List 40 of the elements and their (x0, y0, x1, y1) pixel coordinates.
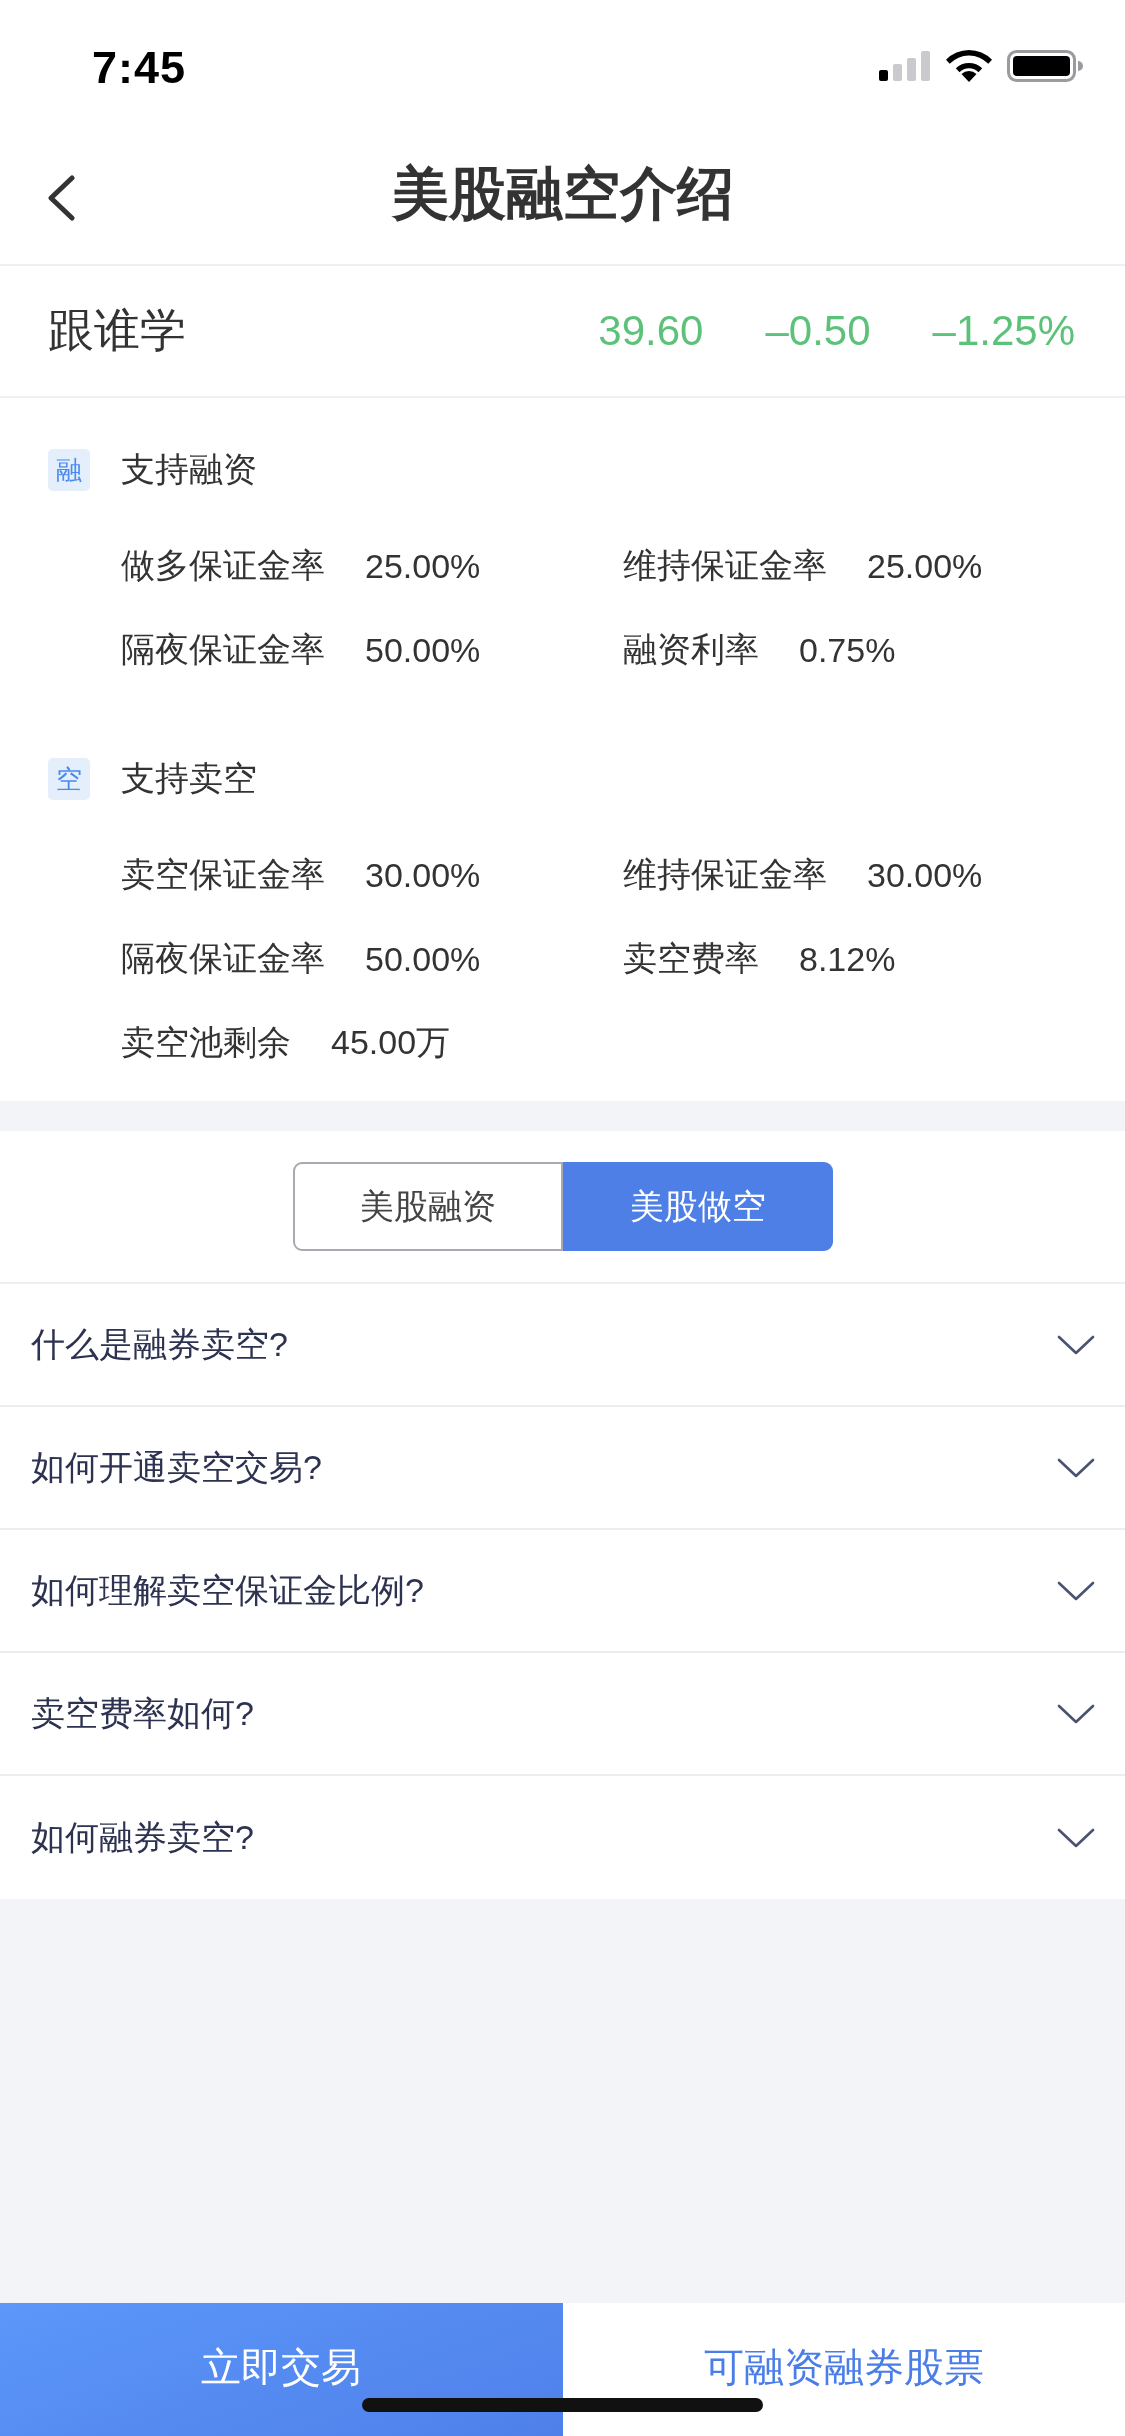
metric-value: 25.00% (365, 546, 481, 586)
page-title: 美股融空介绍 (391, 159, 734, 227)
metric-label: 隔夜保证金率 (121, 938, 325, 979)
metric-label: 卖空池剩余 (121, 1022, 291, 1063)
signal-icon (879, 51, 931, 81)
faq-item[interactable]: 如何开通卖空交易? (0, 1407, 1125, 1530)
metric-label: 隔夜保证金率 (121, 629, 325, 670)
metric-value: 8.12% (799, 939, 896, 979)
metric-value: 0.75% (799, 630, 896, 670)
metric-value: 45.00万 (331, 1022, 451, 1063)
metric-value: 50.00% (365, 630, 481, 670)
metric-label: 做多保证金率 (121, 545, 325, 586)
back-icon[interactable] (47, 175, 75, 221)
faq-item[interactable]: 如何理解卖空保证金比例? (0, 1530, 1125, 1653)
category-tag: 空 (48, 758, 90, 800)
status-time: 7:45 (92, 41, 187, 94)
faq-item[interactable]: 如何融券卖空? (0, 1776, 1125, 1899)
metric-label: 融资利率 (623, 629, 759, 670)
metric-value: 25.00% (867, 546, 983, 586)
section-title: 支持融资 (121, 449, 257, 490)
change-percent: –1.25% (932, 307, 1075, 355)
metric-value: 50.00% (365, 939, 481, 979)
tab[interactable]: 美股做空 (562, 1162, 833, 1251)
category-tag: 融 (48, 449, 90, 491)
metric-value: 30.00% (365, 855, 481, 895)
metric-value: 30.00% (867, 855, 983, 895)
faq-item[interactable]: 什么是融券卖空? (0, 1284, 1125, 1407)
metric-label: 维持保证金率 (623, 545, 827, 586)
battery-icon (1007, 50, 1083, 82)
action-button[interactable]: 可融资融券股票 (562, 2303, 1125, 2436)
stock-name: 跟谁学 (48, 303, 186, 358)
price-change: –0.50 (765, 307, 871, 355)
wifi-icon (946, 50, 992, 82)
tab[interactable]: 美股融资 (292, 1162, 563, 1251)
section-title: 支持卖空 (121, 758, 257, 799)
metric-label: 卖空保证金率 (121, 854, 325, 895)
faq-item[interactable]: 卖空费率如何? (0, 1653, 1125, 1776)
metric-label: 卖空费率 (623, 938, 759, 979)
stock-price: 39.60 (598, 307, 704, 355)
metric-label: 维持保证金率 (623, 854, 827, 895)
